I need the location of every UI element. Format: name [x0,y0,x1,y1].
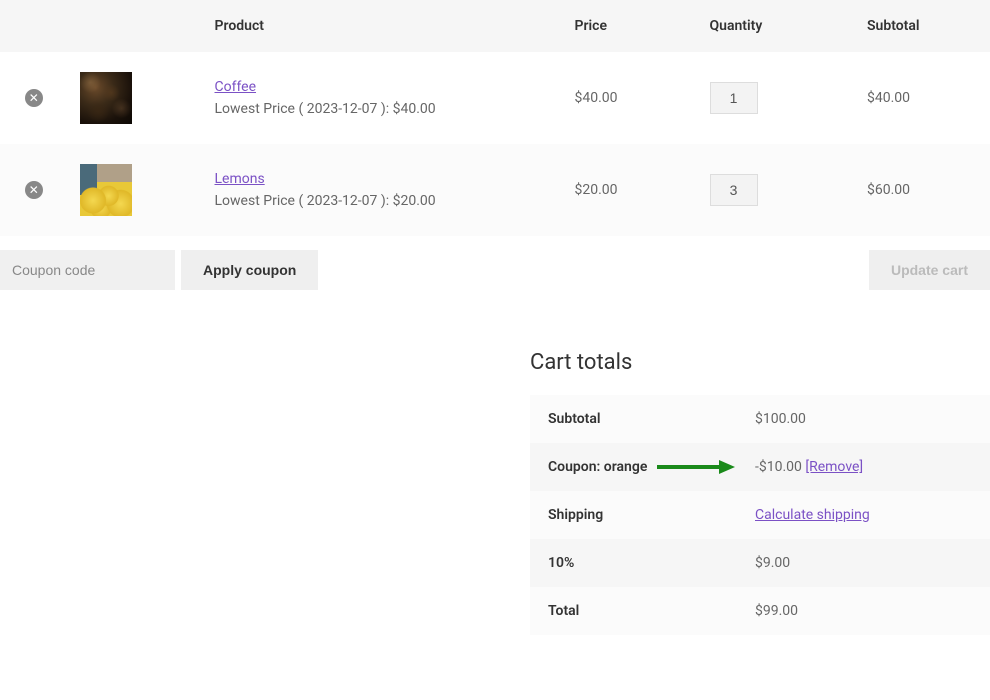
coupon-label: Coupon: orange [530,443,737,491]
tax-label: 10% [530,539,737,587]
col-price-header: Price [563,0,698,52]
apply-coupon-button[interactable]: Apply coupon [181,250,318,290]
product-thumbnail[interactable] [80,72,132,124]
product-subtotal: $60.00 [855,144,990,236]
coupon-row: Apply coupon Update cart [0,250,990,290]
subtotal-label: Subtotal [530,395,737,443]
remove-item-button[interactable]: ✕ [25,89,43,107]
product-subtotal: $40.00 [855,52,990,144]
product-price: $40.00 [563,52,698,144]
total-row: Total $99.00 [530,587,990,635]
coupon-row-totals: Coupon: orange -$10.00 [Remove] [530,443,990,491]
subtotal-value: $100.00 [737,395,990,443]
tax-row: 10% $9.00 [530,539,990,587]
col-quantity-header: Quantity [698,0,856,52]
cart-totals-title: Cart totals [530,350,990,375]
total-value: $99.00 [737,587,990,635]
cart-totals-section: Cart totals Subtotal $100.00 Coupon: ora… [0,350,990,635]
coupon-left: Apply coupon [0,250,318,290]
tax-value: $9.00 [737,539,990,587]
remove-item-button[interactable]: ✕ [25,181,43,199]
col-thumb-header [68,0,203,52]
col-product-header: Product [203,0,563,52]
coupon-discount-value: -$10.00 [755,459,802,475]
product-link[interactable]: Coffee [215,79,257,95]
quantity-input[interactable] [710,174,758,206]
calculate-shipping-link[interactable]: Calculate shipping [755,507,870,523]
lowest-price-text: Lowest Price ( 2023-12-07 ): $40.00 [215,101,551,117]
cart-totals-table: Subtotal $100.00 Coupon: orange -$10.00 … [530,395,990,635]
product-price: $20.00 [563,144,698,236]
col-subtotal-header: Subtotal [855,0,990,52]
product-link[interactable]: Lemons [215,171,265,187]
cart-row: ✕ Coffee Lowest Price ( 2023-12-07 ): $4… [0,52,990,144]
product-thumbnail[interactable] [80,164,132,216]
total-label: Total [530,587,737,635]
cart-row: ✕ Lemons Lowest Price ( 2023-12-07 ): $2… [0,144,990,236]
lowest-price-text: Lowest Price ( 2023-12-07 ): $20.00 [215,193,551,209]
shipping-row: Shipping Calculate shipping [530,491,990,539]
remove-coupon-link[interactable]: [Remove] [805,459,863,475]
shipping-label: Shipping [530,491,737,539]
cart-table: Product Price Quantity Subtotal ✕ Coffee… [0,0,990,236]
update-cart-button[interactable]: Update cart [869,250,990,290]
subtotal-row: Subtotal $100.00 [530,395,990,443]
coupon-code-input[interactable] [0,250,175,290]
close-icon: ✕ [29,92,39,104]
close-icon: ✕ [29,184,39,196]
col-remove-header [0,0,68,52]
quantity-input[interactable] [710,82,758,114]
